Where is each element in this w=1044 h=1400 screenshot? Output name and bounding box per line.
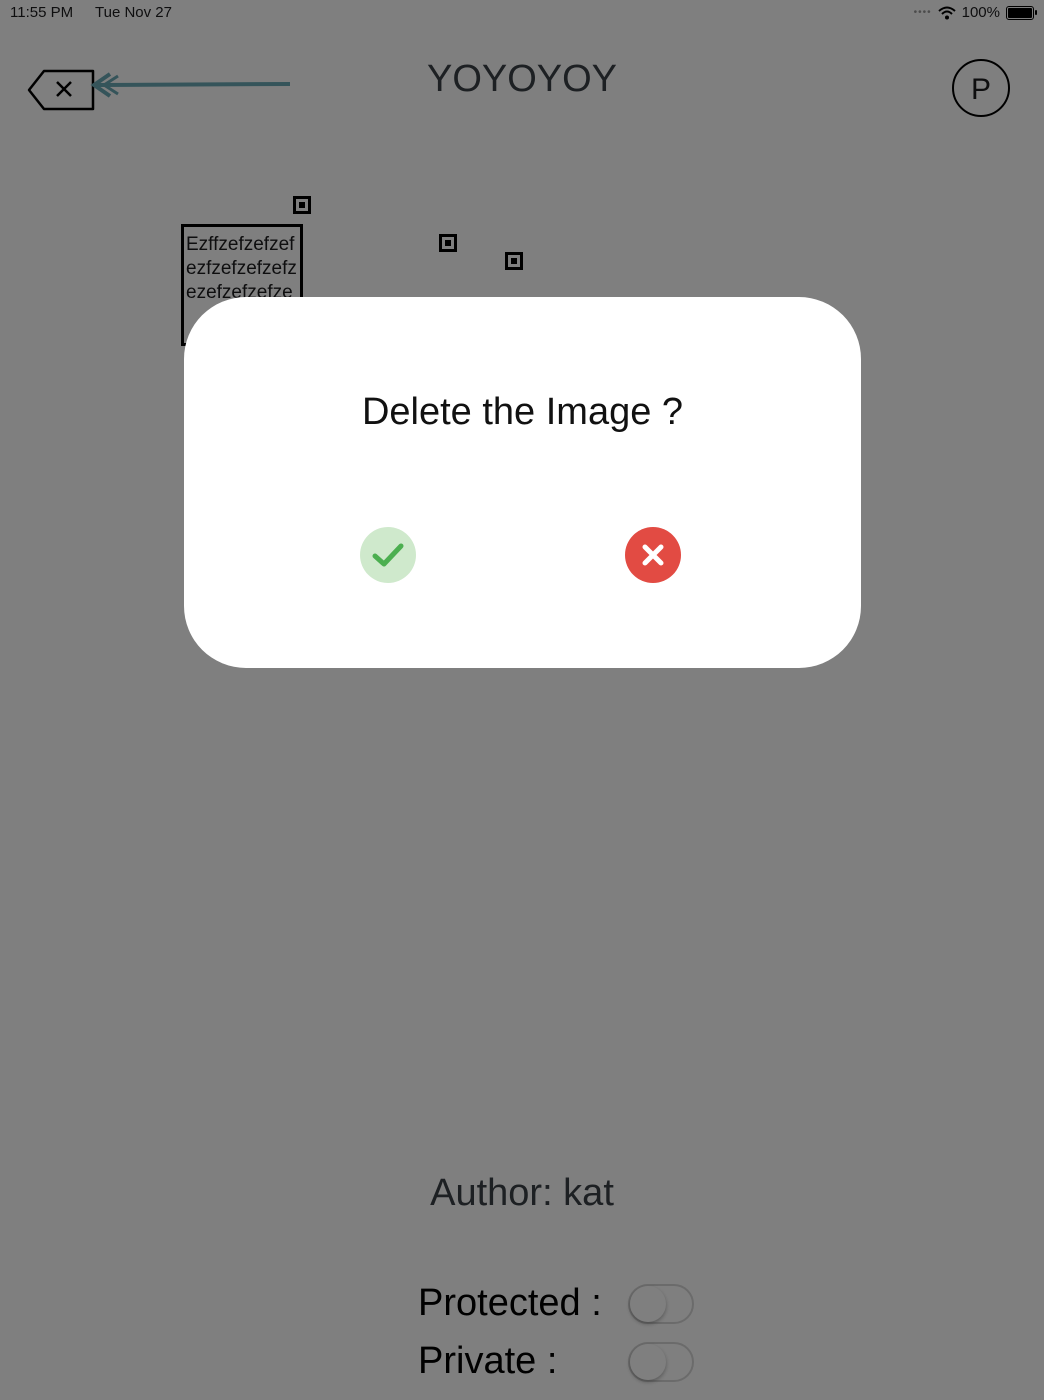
modal-backdrop[interactable] [0, 0, 1044, 1400]
delete-image-dialog: Delete the Image ? [184, 297, 861, 668]
checkmark-icon [372, 543, 404, 567]
close-icon [642, 544, 664, 566]
dialog-title: Delete the Image ? [361, 391, 684, 433]
confirm-delete-button[interactable] [360, 527, 416, 583]
cancel-delete-button[interactable] [625, 527, 681, 583]
